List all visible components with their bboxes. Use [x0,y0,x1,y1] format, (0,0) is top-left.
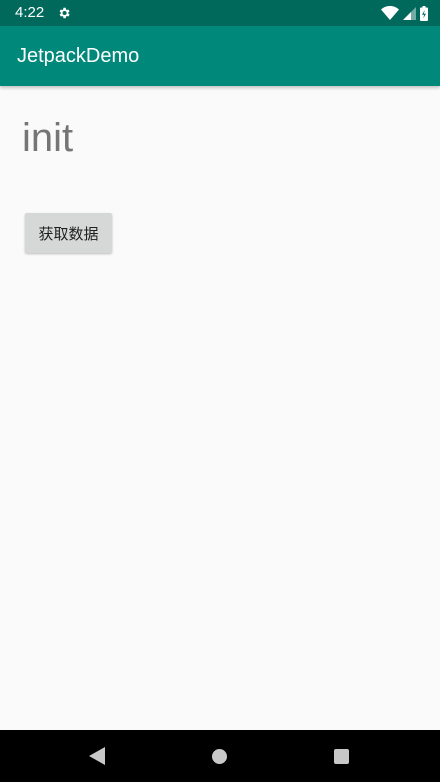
navigation-bar [0,730,440,782]
cell-signal-icon [403,6,416,20]
status-bar: 4:22 [0,0,440,26]
status-icons [381,5,428,21]
wifi-icon [381,6,399,20]
app-bar: JetpackDemo [0,26,440,86]
app-title: JetpackDemo [17,45,140,67]
result-text: init [22,116,74,160]
fetch-data-button[interactable]: 获取数据 [25,213,112,253]
recents-icon[interactable] [334,749,349,764]
home-icon[interactable] [212,749,227,764]
status-time: 4:22 [15,4,45,21]
battery-charging-icon [420,5,428,21]
back-icon[interactable] [89,747,105,765]
settings-gear-icon [59,7,70,19]
